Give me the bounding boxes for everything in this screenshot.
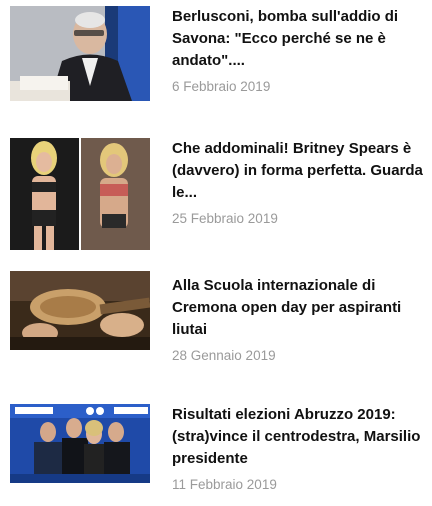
- article-date: 11 Febbraio 2019: [172, 477, 277, 492]
- article-thumbnail[interactable]: [10, 404, 150, 483]
- group-photo-icon: [10, 404, 150, 483]
- article-item[interactable]: Berlusconi, bomba sull'addio di Savona: …: [0, 6, 432, 106]
- workshop-photo-icon: [10, 271, 150, 350]
- article-date: 6 Febbraio 2019: [172, 79, 271, 94]
- article-item[interactable]: Che addominali! Britney Spears è (davver…: [0, 138, 432, 250]
- article-thumbnail[interactable]: [10, 271, 150, 350]
- article-thumbnail[interactable]: [10, 6, 150, 101]
- two-photos-icon: [10, 138, 150, 250]
- article-title[interactable]: Alla Scuola internazionale di Cremona op…: [172, 275, 424, 341]
- article-title[interactable]: Che addominali! Britney Spears è (davver…: [172, 138, 424, 204]
- article-item[interactable]: Alla Scuola internazionale di Cremona op…: [0, 271, 432, 381]
- article-thumbnail[interactable]: [10, 138, 150, 250]
- article-title[interactable]: Risultati elezioni Abruzzo 2019: (stra)v…: [172, 404, 424, 470]
- article-list: Berlusconi, bomba sull'addio di Savona: …: [0, 0, 432, 506]
- article-date: 28 Gennaio 2019: [172, 348, 276, 363]
- portrait-photo-icon: [10, 6, 150, 101]
- article-title[interactable]: Berlusconi, bomba sull'addio di Savona: …: [172, 6, 424, 72]
- article-date: 25 Febbraio 2019: [172, 211, 278, 226]
- article-item[interactable]: Risultati elezioni Abruzzo 2019: (stra)v…: [0, 404, 432, 504]
